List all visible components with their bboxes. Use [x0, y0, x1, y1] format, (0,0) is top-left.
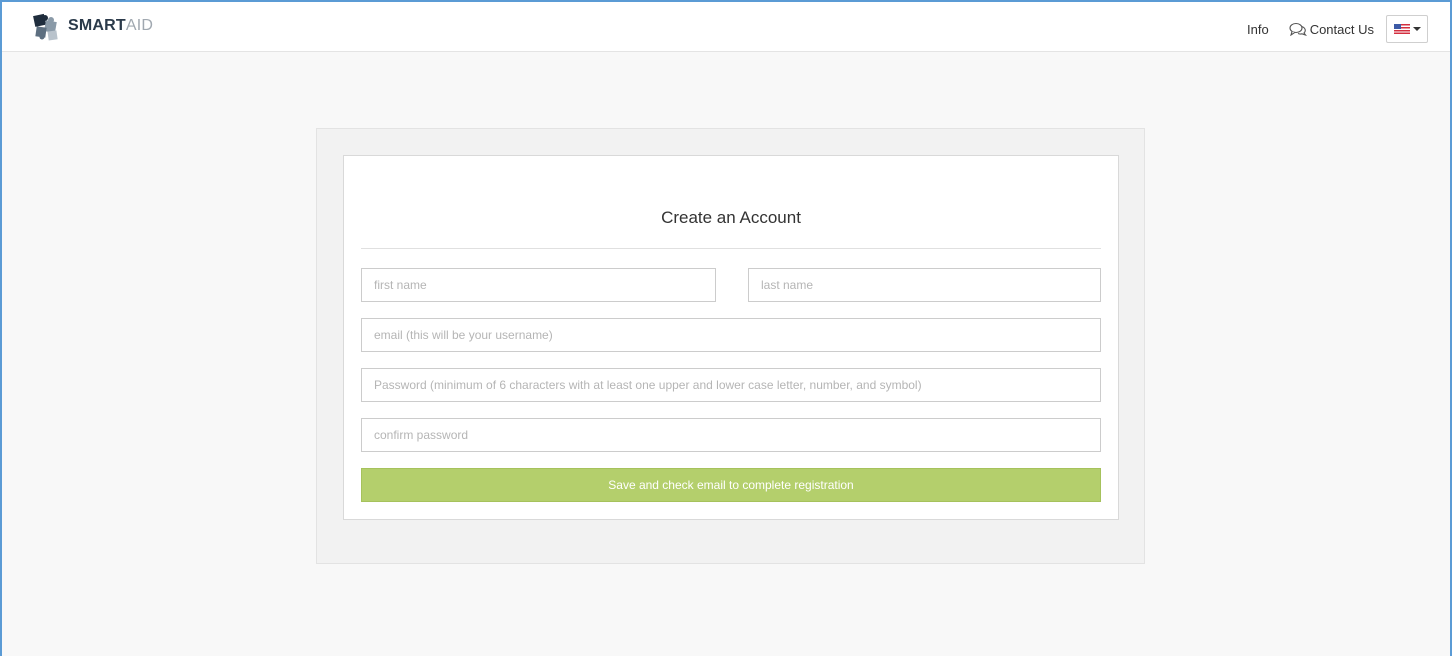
- nav-contact-link[interactable]: Contact Us: [1289, 22, 1374, 37]
- puzzle-icon: [33, 13, 58, 41]
- nav-contact-label: Contact Us: [1309, 21, 1374, 37]
- title-divider: [361, 248, 1101, 249]
- chat-bubbles-icon: [1289, 22, 1307, 36]
- brand-name-strong: SMART: [68, 17, 126, 34]
- caret-down-icon: [1412, 27, 1421, 31]
- nav-right: Info Contact Us: [1227, 14, 1428, 44]
- brand-name: SMARTAID: [68, 17, 153, 35]
- top-navbar: SMARTAID Info Contact Us: [2, 2, 1450, 52]
- registration-card: Create an Account Save and check email t…: [343, 155, 1119, 520]
- brand-name-light: AID: [125, 17, 154, 34]
- form-title: Create an Account: [661, 208, 801, 227]
- last-name-input[interactable]: [748, 268, 1101, 302]
- email-input[interactable]: [361, 318, 1101, 352]
- app-frame: SMARTAID Info Contact Us Create an Accou…: [0, 0, 1452, 656]
- first-name-input[interactable]: [361, 268, 716, 302]
- submit-registration-button[interactable]: Save and check email to complete registr…: [361, 468, 1101, 502]
- us-flag-icon: [1393, 24, 1410, 34]
- confirm-password-input[interactable]: [361, 418, 1101, 452]
- brand-logo-link[interactable]: SMARTAID: [30, 10, 153, 42]
- password-input[interactable]: [361, 368, 1101, 402]
- nav-info-link[interactable]: Info: [1247, 22, 1269, 37]
- language-dropdown[interactable]: [1386, 15, 1428, 43]
